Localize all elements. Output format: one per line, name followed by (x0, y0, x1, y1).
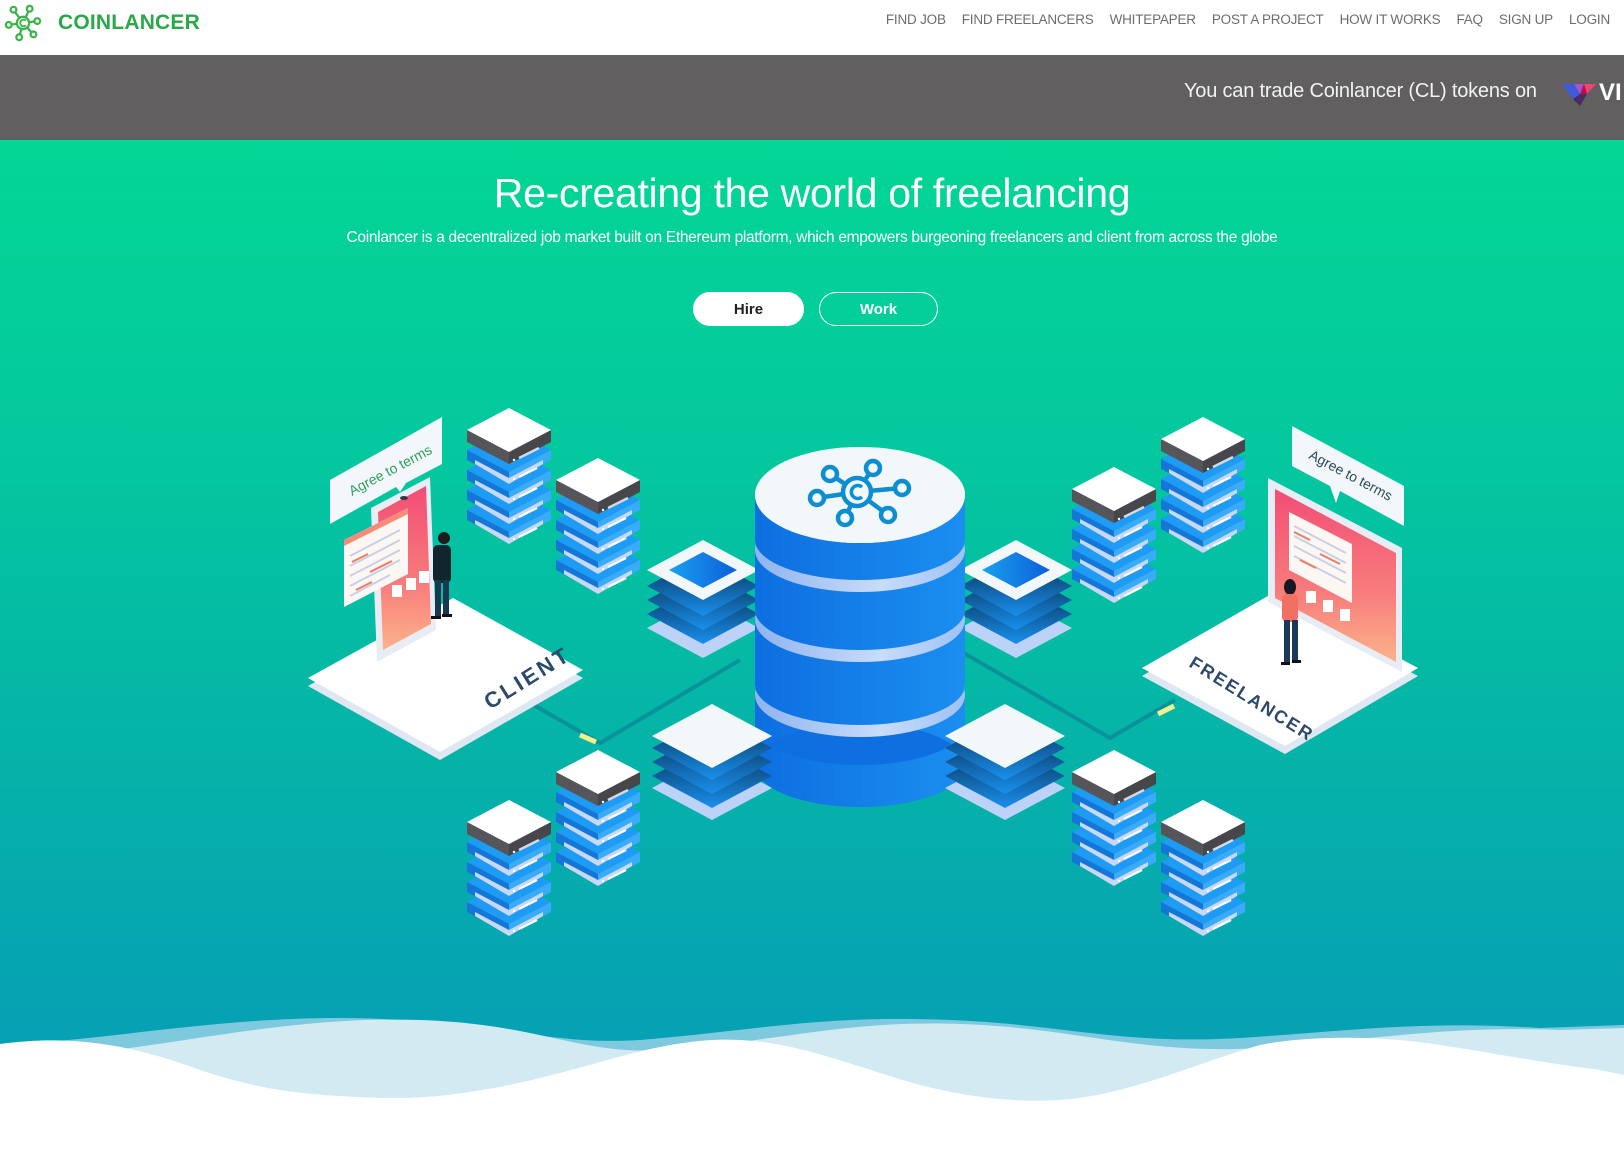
nav-find-job[interactable]: FIND JOB (886, 12, 946, 27)
server-stack (467, 408, 551, 544)
network-illustration: CLIENT Agree to terms FREELANCER Agree t… (0, 140, 1624, 1159)
nav-whitepaper[interactable]: WHITEPAPER (1110, 12, 1196, 27)
node-block (647, 540, 759, 658)
navbar: COINLANCER FIND JOB FIND FREELANCERS WHI… (0, 0, 1624, 55)
work-button[interactable]: Work (819, 292, 938, 326)
network-coin-icon (4, 4, 42, 42)
server-stack (1161, 800, 1245, 936)
signal-marker (578, 732, 598, 745)
server-stack (1161, 417, 1245, 553)
server-stack (556, 458, 640, 594)
server-stack (1072, 467, 1156, 603)
hero-title: Re-creating the world of freelancing (493, 170, 1131, 216)
brand-home-link[interactable]: COINLANCER (4, 4, 200, 42)
server-stack (467, 800, 551, 936)
server-stack (1072, 750, 1156, 886)
nav-find-freelancers[interactable]: FIND FREELANCERS (962, 12, 1094, 27)
hero-section: CLIENT Agree to terms FREELANCER Agree t… (0, 140, 1624, 1159)
hire-button[interactable]: Hire (693, 292, 804, 326)
main-nav: FIND JOB FIND FREELANCERS WHITEPAPER POS… (886, 12, 1610, 27)
exchange-v-logo-icon[interactable] (1562, 82, 1598, 108)
nav-faq[interactable]: FAQ (1456, 12, 1483, 27)
bottom-waves (0, 1017, 1624, 1159)
node-block (652, 704, 772, 820)
announcement-text: You can trade Coinlancer (CL) tokens on (1184, 80, 1537, 102)
nav-login[interactable]: LOGIN (1569, 12, 1610, 27)
node-block (960, 540, 1072, 658)
exchange-name[interactable]: VI (1599, 79, 1622, 107)
nav-sign-up[interactable]: SIGN UP (1499, 12, 1553, 27)
nav-how-it-works[interactable]: HOW IT WORKS (1340, 12, 1441, 27)
central-database (755, 447, 965, 807)
nav-post-a-project[interactable]: POST A PROJECT (1212, 12, 1324, 27)
server-stack (556, 750, 640, 886)
hero-subtitle: Coinlancer is a decentralized job market… (346, 229, 1278, 246)
brand-name: COINLANCER (58, 11, 200, 34)
announcement-banner: You can trade Coinlancer (CL) tokens on … (0, 55, 1624, 140)
